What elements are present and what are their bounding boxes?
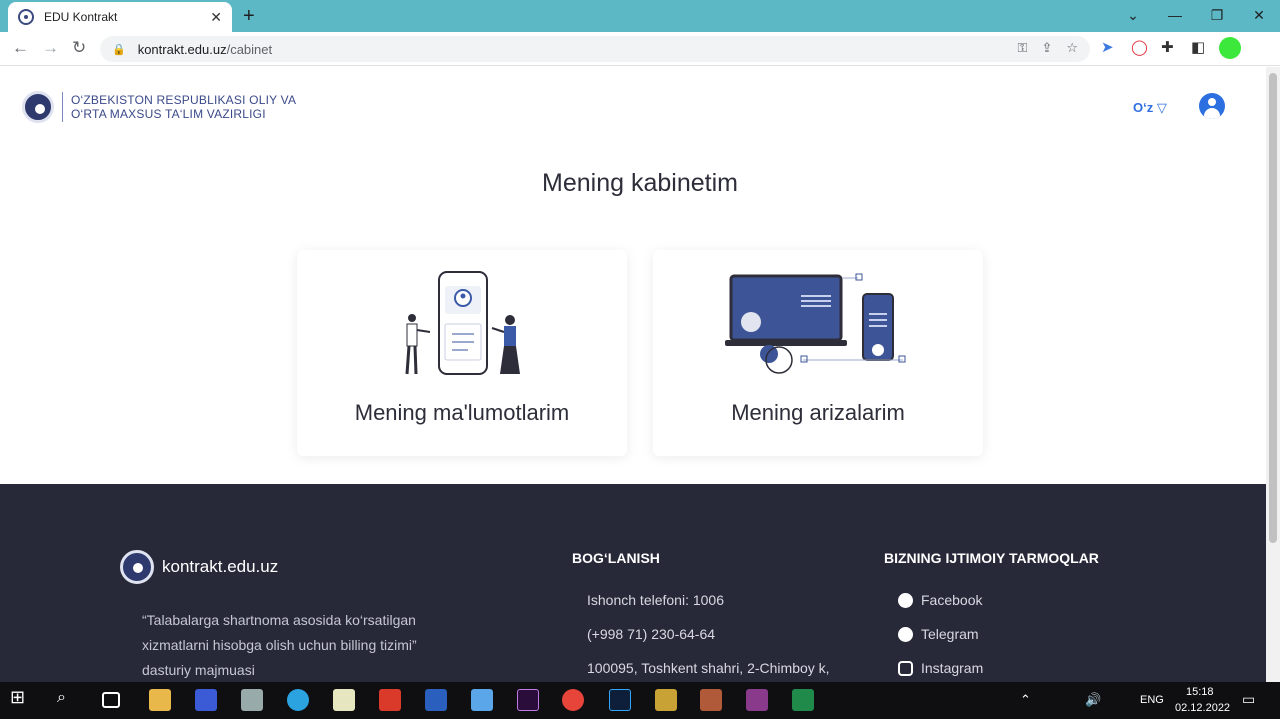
file-explorer-icon[interactable] bbox=[149, 689, 171, 711]
ministry-logo[interactable]: O‘ZBEKISTON RESPUBLIKASI OLIY VA O‘RTA M… bbox=[22, 91, 296, 123]
url-host: kontrakt.edu.uz bbox=[137, 41, 227, 57]
social-link-instagram[interactable]: Instagram bbox=[898, 660, 983, 676]
contact-item[interactable]: (+998 71) 230-64-64 bbox=[587, 626, 715, 642]
my-applications-label: Mening arizalarim bbox=[731, 400, 905, 425]
site-footer: kontrakt.edu.uz “Talabalarga shartnoma a… bbox=[0, 484, 1266, 682]
tab-title: EDU Kontrakt bbox=[44, 10, 118, 24]
footer-emblem-icon bbox=[120, 550, 154, 584]
footer-description: “Talabalarga shartnoma asosida ko‘rsatil… bbox=[142, 612, 417, 678]
logo-divider bbox=[62, 92, 63, 122]
back-button[interactable]: ← bbox=[12, 38, 29, 58]
word-icon[interactable] bbox=[425, 689, 447, 711]
ministry-name: O‘ZBEKISTON RESPUBLIKASI OLIY VA O‘RTA M… bbox=[71, 93, 296, 121]
window-controls: ⌄ — ❐ ✕ bbox=[1112, 0, 1280, 32]
key-icon[interactable]: ⚿ bbox=[1018, 40, 1028, 56]
footer-logo[interactable]: kontrakt.edu.uz bbox=[120, 550, 278, 584]
profile-phone-illustration-icon bbox=[405, 271, 520, 375]
devices-illustration-icon bbox=[725, 273, 906, 374]
page-content: O‘ZBEKISTON RESPUBLIKASI OLIY VA O‘RTA M… bbox=[0, 67, 1266, 682]
task-view-icon[interactable] bbox=[102, 692, 120, 708]
tray-chevron-icon[interactable]: ⌃ bbox=[1020, 692, 1031, 708]
social-label: Instagram bbox=[921, 660, 984, 676]
social-label: Telegram bbox=[921, 626, 979, 642]
close-window-button[interactable]: ✕ bbox=[1238, 0, 1280, 32]
notifications-icon[interactable]: ▭ bbox=[1242, 691, 1255, 708]
ministry-line-2: O‘RTA MAXSUS TA‘LIM VAZIRLIGI bbox=[71, 107, 266, 121]
new-tab-button[interactable]: + bbox=[243, 5, 255, 28]
my-info-label: Mening ma'lumotlarim bbox=[354, 400, 570, 425]
premiere-icon[interactable] bbox=[517, 689, 539, 711]
excel-icon[interactable] bbox=[792, 689, 814, 711]
page-title: Mening kabinetim bbox=[542, 169, 738, 197]
scrollbar-thumb[interactable] bbox=[1269, 73, 1277, 543]
emblem-icon bbox=[22, 91, 54, 123]
side-panel-icon[interactable]: ◧ bbox=[1191, 38, 1205, 56]
language-label: O‘z bbox=[1133, 100, 1154, 115]
browser-toolbar: ← → ↻ 🔒 kontrakt.edu.uz/cabinet ⚿ ⇪ ☆ bbox=[0, 32, 1280, 66]
contact-item: Ishonch telefoni: 1006 bbox=[587, 592, 724, 608]
search-icon[interactable]: ⌕ bbox=[57, 689, 79, 711]
windows-taskbar: ⊞ ⌕ ⌃ 🔊 ENG 15:18 02.12.2022 ▭ bbox=[0, 682, 1280, 719]
windows-start-icon[interactable]: ⊞ bbox=[10, 687, 32, 709]
footer-site-name: kontrakt.edu.uz bbox=[162, 557, 279, 576]
my-applications-card[interactable]: Mening arizalarim bbox=[653, 250, 983, 456]
app-icon[interactable] bbox=[241, 689, 263, 711]
restore-button[interactable]: ❐ bbox=[1196, 0, 1238, 32]
app-icon[interactable] bbox=[471, 689, 493, 711]
facebook-icon bbox=[898, 592, 913, 608]
app-icon[interactable] bbox=[379, 689, 401, 711]
app-icon[interactable] bbox=[700, 689, 722, 711]
minimize-button[interactable]: — bbox=[1154, 0, 1196, 32]
photoshop-icon[interactable] bbox=[609, 689, 631, 711]
notepad-icon[interactable] bbox=[333, 689, 355, 711]
reload-button[interactable]: ↻ bbox=[72, 38, 86, 58]
extensions-puzzle-icon[interactable]: ✚ bbox=[1161, 38, 1174, 56]
language-selector[interactable]: O‘z ▽ bbox=[1133, 100, 1167, 116]
clock-time[interactable]: 15:18 bbox=[1186, 686, 1214, 698]
extension-arrow-icon[interactable]: ➤ bbox=[1101, 38, 1114, 56]
chevron-down-icon: ▽ bbox=[1156, 100, 1167, 115]
close-tab-icon[interactable]: ✕ bbox=[210, 9, 222, 26]
tab-search-icon[interactable]: ⌄ bbox=[1112, 0, 1154, 32]
opera-extension-icon[interactable]: ◯ bbox=[1131, 38, 1148, 56]
social-link-telegram[interactable]: Telegram bbox=[898, 626, 979, 642]
clock-date[interactable]: 02.12.2022 bbox=[1175, 702, 1230, 714]
winrar-icon[interactable] bbox=[746, 689, 768, 711]
share-icon[interactable]: ⇪ bbox=[1041, 40, 1052, 56]
site-favicon-icon bbox=[18, 9, 34, 25]
page-scrollbar[interactable] bbox=[1266, 67, 1280, 682]
url-path: /cabinet bbox=[226, 41, 273, 57]
user-account-icon[interactable] bbox=[1199, 93, 1225, 119]
profile-avatar-icon[interactable] bbox=[1219, 37, 1241, 59]
contact-heading: BOG‘LANISH bbox=[572, 550, 660, 566]
bookmark-star-icon[interactable]: ☆ bbox=[1066, 40, 1078, 56]
browser-tab[interactable]: EDU Kontrakt ✕ bbox=[8, 2, 232, 32]
telegram-app-icon[interactable] bbox=[287, 689, 309, 711]
language-indicator[interactable]: ENG bbox=[1140, 694, 1164, 706]
ministry-line-1: O‘ZBEKISTON RESPUBLIKASI OLIY VA bbox=[71, 93, 297, 107]
telegram-icon bbox=[898, 626, 913, 642]
social-heading: BIZNING IJTIMOIY TARMOQLAR bbox=[884, 550, 1099, 566]
app-icon[interactable] bbox=[655, 689, 677, 711]
volume-icon[interactable]: 🔊 bbox=[1085, 692, 1101, 708]
social-link-facebook[interactable]: Facebook bbox=[898, 592, 982, 608]
lock-icon: 🔒 bbox=[112, 43, 126, 56]
contact-item: 100095, Toshkent shahri, 2-Chimboy k, bbox=[587, 660, 830, 676]
forward-button[interactable]: → bbox=[42, 38, 59, 58]
chrome-icon[interactable] bbox=[562, 689, 584, 711]
my-info-card[interactable]: Mening ma'lumotlarim bbox=[297, 250, 627, 456]
browser-tabstrip: EDU Kontrakt ✕ + ⌄ — ❐ ✕ bbox=[0, 0, 1280, 32]
instagram-icon bbox=[898, 660, 913, 676]
social-label: Facebook bbox=[921, 592, 983, 608]
address-bar[interactable]: 🔒 kontrakt.edu.uz/cabinet ⚿ ⇪ ☆ bbox=[100, 36, 1090, 62]
save-app-icon[interactable] bbox=[195, 689, 217, 711]
